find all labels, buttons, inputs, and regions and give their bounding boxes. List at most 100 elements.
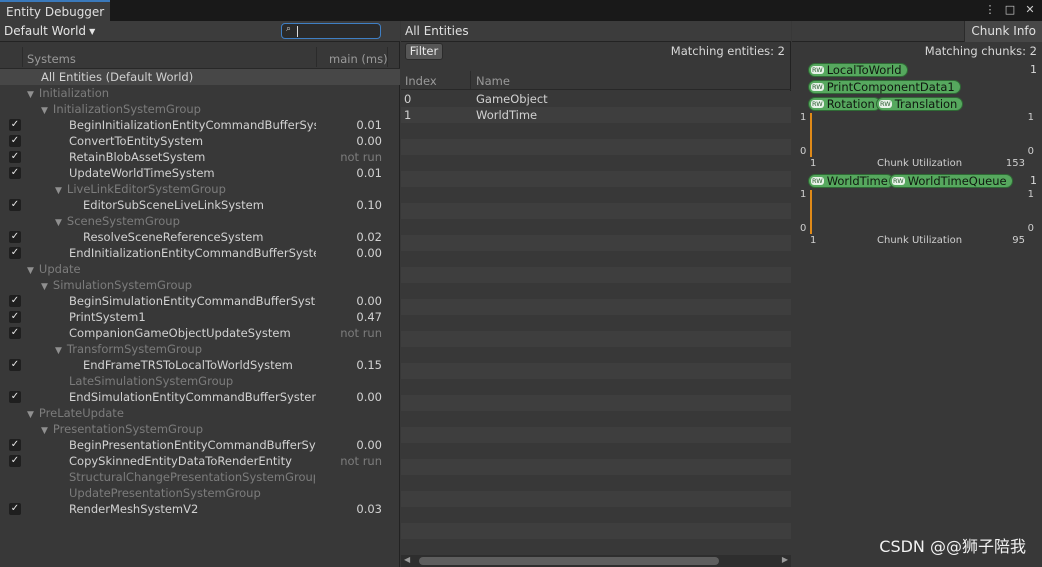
system-row[interactable]: ✓ ConvertToEntitySystem 0.00: [0, 133, 400, 149]
name-column-label[interactable]: Name: [476, 74, 510, 88]
expand-arrow-icon[interactable]: ▼: [27, 266, 34, 276]
enable-checkbox[interactable]: ✓: [9, 359, 21, 371]
system-time: 0.01: [356, 118, 382, 132]
enable-checkbox[interactable]: ✓: [9, 503, 21, 515]
chunk-info-button[interactable]: Chunk Info: [964, 21, 1042, 42]
filter-button[interactable]: Filter: [405, 43, 443, 60]
enable-checkbox[interactable]: ✓: [9, 311, 21, 323]
index-column-label[interactable]: Index: [405, 74, 437, 88]
enable-checkbox[interactable]: ✓: [9, 199, 21, 211]
enable-checkbox[interactable]: ✓: [9, 231, 21, 243]
system-group-row[interactable]: LateSimulationSystemGroup: [0, 373, 400, 389]
column-separator[interactable]: [470, 71, 471, 89]
system-group-row[interactable]: ▼ PresentationSystemGroup: [0, 421, 400, 437]
system-name: EndFrameTRSToLocalToWorldSystem: [83, 358, 293, 372]
more-icon[interactable]: ⋮: [984, 3, 996, 16]
component-tag[interactable]: RW LocalToWorld: [808, 63, 908, 77]
system-row[interactable]: ✓ RenderMeshSystemV2 0.03: [0, 501, 400, 517]
archetype-panel: RW WorldTime RW WorldTimeQueue 1 1 0 1 0 1…: [800, 174, 1042, 248]
time-column-label[interactable]: main (ms): [329, 52, 388, 66]
system-name: RetainBlobAssetSystem: [69, 150, 206, 164]
system-row[interactable]: ✓ RetainBlobAssetSystem not run: [0, 149, 400, 165]
scroll-right-icon[interactable]: ▶: [782, 555, 788, 564]
system-row[interactable]: ✓ EndFrameTRSToLocalToWorldSystem 0.15: [0, 357, 400, 373]
entities-pane: All Entities Filter Matching entities: 2…: [401, 21, 791, 567]
system-group-row[interactable]: UpdatePresentationSystemGroup: [0, 485, 400, 501]
system-row[interactable]: ✓ CompanionGameObjectUpdateSystem not run: [0, 325, 400, 341]
component-name: PrintComponentData1: [826, 80, 955, 94]
entities-column-header: Index Name: [401, 68, 791, 90]
entity-row[interactable]: 1 WorldTime: [401, 107, 791, 123]
system-row[interactable]: ✓ CopySkinnedEntityDataToRenderEntity not …: [0, 453, 400, 469]
system-group-row[interactable]: ▼ PreLateUpdate: [0, 405, 400, 421]
systems-column-header: Systems main (ms): [0, 43, 400, 69]
system-group-row[interactable]: ▼ TransformSystemGroup: [0, 341, 400, 357]
expand-arrow-icon[interactable]: ▼: [55, 218, 62, 228]
system-row[interactable]: ✓ BeginInitializationEntityCommandBufferS…: [0, 117, 400, 133]
enable-checkbox[interactable]: ✓: [9, 295, 21, 307]
system-name: All Entities (Default World): [41, 70, 194, 84]
scroll-left-icon[interactable]: ◀: [404, 555, 410, 564]
system-name: BeginInitializationEntityCommandBufferSy…: [69, 118, 316, 132]
system-row[interactable]: ✓ EditorSubSceneLiveLinkSystem 0.10: [0, 197, 400, 213]
expand-arrow-icon[interactable]: ▼: [27, 90, 34, 100]
component-tag[interactable]: RW Rotation: [808, 97, 881, 111]
enable-checkbox[interactable]: ✓: [9, 439, 21, 451]
system-group-row[interactable]: ▼ SimulationSystemGroup: [0, 277, 400, 293]
component-tag[interactable]: RW PrintComponentData1: [808, 80, 961, 94]
expand-arrow-icon[interactable]: ▼: [55, 186, 62, 196]
close-icon[interactable]: ✕: [1024, 3, 1036, 16]
entity-index: 0: [404, 92, 412, 106]
scrollbar-thumb[interactable]: [419, 557, 719, 565]
expand-arrow-icon[interactable]: ▼: [41, 282, 48, 292]
system-row[interactable]: ✓ EndInitializationEntityCommandBufferSys…: [0, 245, 400, 261]
system-row[interactable]: ✓ ResolveSceneReferenceSystem 0.02: [0, 229, 400, 245]
component-tag[interactable]: RW WorldTimeQueue: [889, 174, 1013, 188]
system-group-row[interactable]: ▼ InitializationSystemGroup: [0, 101, 400, 117]
expand-arrow-icon[interactable]: ▼: [27, 410, 34, 420]
enable-checkbox[interactable]: ✓: [9, 151, 21, 163]
expand-arrow-icon[interactable]: ▼: [41, 426, 48, 436]
maximize-icon[interactable]: □: [1004, 3, 1016, 16]
world-dropdown[interactable]: Default World ▼: [4, 24, 95, 38]
entities-toolbar: All Entities: [401, 21, 791, 42]
system-label: BeginPresentationEntityCommandBufferSyst…: [69, 437, 316, 453]
system-row[interactable]: ✓ EndSimulationEntityCommandBufferSystem 0…: [0, 389, 400, 405]
system-label: BeginSimulationEntityCommandBufferSystem: [69, 293, 316, 309]
system-label: ConvertToEntitySystem: [69, 133, 203, 149]
y-min-label: 0: [800, 223, 807, 234]
enable-checkbox[interactable]: ✓: [9, 247, 21, 259]
entity-row[interactable]: 0 GameObject: [401, 91, 791, 107]
horizontal-scrollbar[interactable]: ◀ ▶: [401, 555, 791, 567]
all-entities-row[interactable]: All Entities (Default World): [0, 69, 400, 85]
chunk-toolbar: Chunk Info: [792, 21, 1042, 42]
column-separator[interactable]: [387, 47, 388, 67]
system-row[interactable]: ✓ UpdateWorldTimeSystem 0.01: [0, 165, 400, 181]
system-time: 0.00: [356, 246, 382, 260]
system-group-row[interactable]: StructuralChangePresentationSystemGroup: [0, 469, 400, 485]
system-name: StructuralChangePresentationSystemGroup: [69, 470, 315, 484]
expand-arrow-icon[interactable]: ▼: [41, 106, 48, 116]
system-group-row[interactable]: ▼ Initialization: [0, 85, 400, 101]
system-group-row[interactable]: ▼ Update: [0, 261, 400, 277]
system-row[interactable]: ✓ BeginPresentationEntityCommandBufferSys…: [0, 437, 400, 453]
systems-column-label[interactable]: Systems: [27, 52, 76, 66]
system-row[interactable]: ✓ PrintSystem1 0.47: [0, 309, 400, 325]
entity-debugger-tab[interactable]: Entity Debugger: [0, 0, 110, 21]
enable-checkbox[interactable]: ✓: [9, 135, 21, 147]
enable-checkbox[interactable]: ✓: [9, 391, 21, 403]
y-max-label: 1: [800, 112, 807, 123]
system-name: PrintSystem1: [69, 310, 146, 324]
system-group-row[interactable]: ▼ LiveLinkEditorSystemGroup: [0, 181, 400, 197]
enable-checkbox[interactable]: ✓: [9, 167, 21, 179]
systems-search-input[interactable]: ⌕: [281, 23, 381, 39]
column-separator[interactable]: [316, 47, 317, 67]
enable-checkbox[interactable]: ✓: [9, 327, 21, 339]
system-group-row[interactable]: ▼ SceneSystemGroup: [0, 213, 400, 229]
expand-arrow-icon[interactable]: ▼: [55, 346, 62, 356]
component-tag[interactable]: RW WorldTime: [808, 174, 894, 188]
component-tag[interactable]: RW Translation: [876, 97, 964, 111]
enable-checkbox[interactable]: ✓: [9, 119, 21, 131]
system-row[interactable]: ✓ BeginSimulationEntityCommandBufferSyste…: [0, 293, 400, 309]
enable-checkbox[interactable]: ✓: [9, 455, 21, 467]
